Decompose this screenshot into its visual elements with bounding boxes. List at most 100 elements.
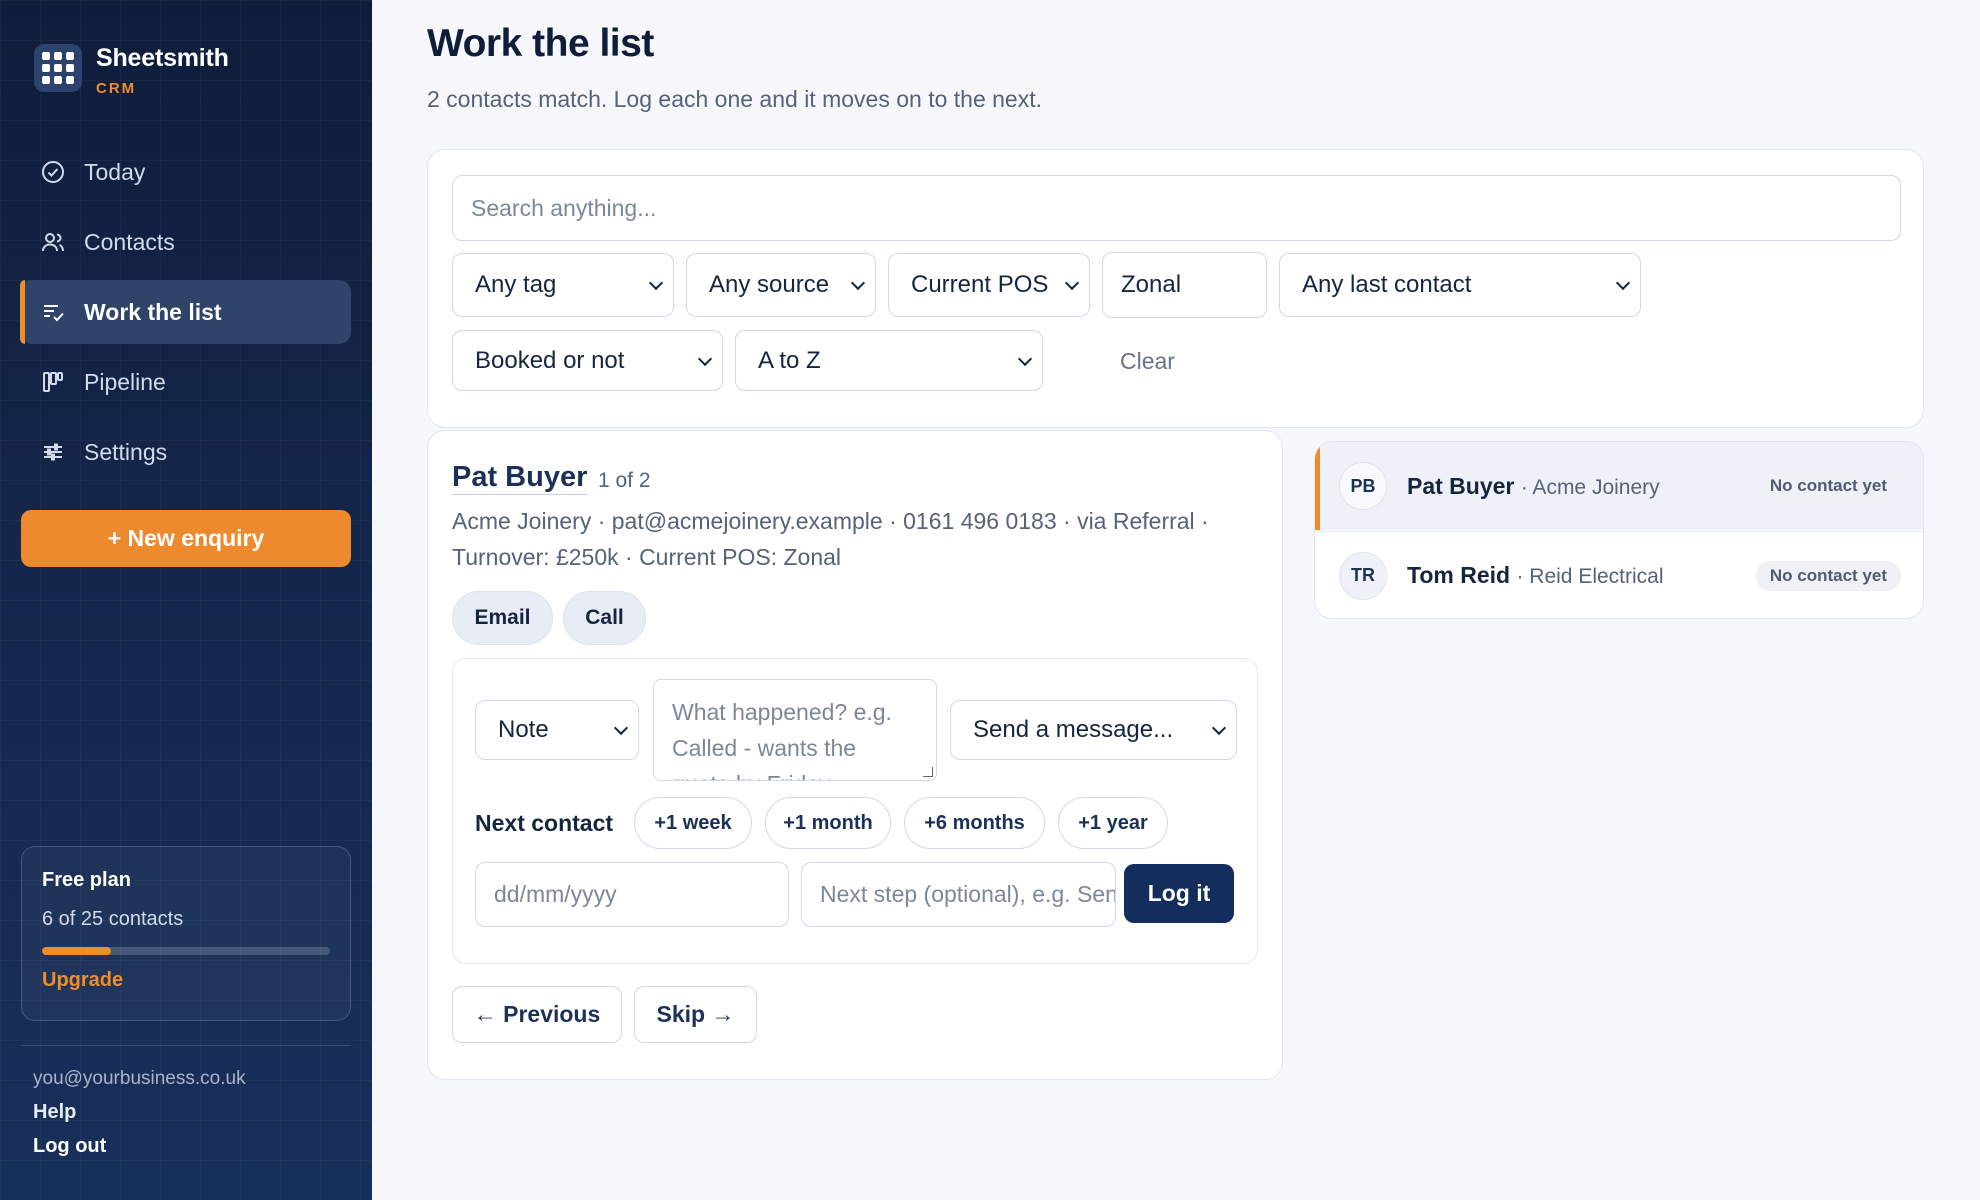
list-check-icon bbox=[40, 299, 66, 325]
sidebar-item-pipeline[interactable]: Pipeline bbox=[20, 350, 351, 414]
sliders-icon bbox=[40, 439, 66, 465]
check-circle-icon bbox=[40, 159, 66, 185]
brand[interactable]: Sheetsmith CRM bbox=[34, 44, 229, 97]
pos-value-input[interactable]: Zonal bbox=[1102, 252, 1267, 318]
filters-card: Any tag Any source Current POS Zonal Any… bbox=[427, 149, 1924, 428]
skip-button[interactable]: Skip → bbox=[634, 986, 757, 1043]
last-contact-select[interactable]: Any last contact bbox=[1279, 253, 1641, 317]
help-link[interactable]: Help bbox=[33, 1101, 246, 1124]
chevron-down-icon bbox=[1615, 275, 1631, 291]
avatar: PB bbox=[1339, 462, 1387, 510]
plan-title: Free plan bbox=[42, 869, 131, 891]
main-content: Work the list 2 contacts match. Log each… bbox=[372, 0, 1980, 1200]
call-button[interactable]: Call bbox=[563, 591, 646, 645]
send-message-value: Send a message... bbox=[973, 716, 1174, 743]
users-icon bbox=[40, 229, 66, 255]
pos-field-select-value: Current POS bbox=[911, 271, 1049, 298]
log-activity-panel: Note What happened? e.g. Called - wants … bbox=[452, 658, 1258, 964]
list-item-name: Tom Reid · Reid Electrical bbox=[1407, 562, 1664, 589]
sidebar-item-label: Today bbox=[84, 158, 146, 185]
activity-notes-textarea[interactable]: What happened? e.g. Called - wants the q… bbox=[653, 679, 937, 781]
sidebar-divider bbox=[21, 1045, 351, 1046]
list-item-company: · Acme Joinery bbox=[1520, 475, 1660, 499]
chevron-down-icon bbox=[1017, 351, 1033, 366]
sidebar-item-settings[interactable]: Settings bbox=[20, 420, 351, 484]
sidebar-nav: Today Contacts Work the list Pipeline Se… bbox=[20, 140, 351, 490]
sidebar-item-contacts[interactable]: Contacts bbox=[20, 210, 351, 274]
contact-detail-card: Pat Buyer 1 of 2 Acme Joinery · pat@acme… bbox=[427, 430, 1283, 1080]
contact-name-link[interactable]: Pat Buyer bbox=[452, 461, 588, 495]
avatar: TR bbox=[1339, 551, 1387, 600]
activity-type-select[interactable]: Note bbox=[475, 700, 639, 760]
sidebar: Sheetsmith CRM Today Contacts Work the l… bbox=[0, 0, 372, 1200]
page-subtitle: 2 contacts match. Log each one and it mo… bbox=[427, 86, 1042, 112]
chip-plus-1-week[interactable]: +1 week bbox=[634, 797, 752, 849]
chevron-down-icon bbox=[697, 351, 713, 366]
brand-name: Sheetsmith bbox=[96, 44, 229, 72]
chip-plus-1-year[interactable]: +1 year bbox=[1058, 797, 1168, 849]
sidebar-item-label: Work the list bbox=[84, 298, 222, 325]
sidebar-item-today[interactable]: Today bbox=[20, 140, 351, 204]
sort-select[interactable]: A to Z bbox=[735, 330, 1043, 391]
resize-handle-icon[interactable] bbox=[923, 767, 933, 777]
chip-plus-1-month[interactable]: +1 month bbox=[765, 797, 891, 849]
list-item-company: · Reid Electrical bbox=[1516, 565, 1664, 588]
booked-select-value: Booked or not bbox=[475, 346, 625, 374]
list-item-name-text: Pat Buyer bbox=[1407, 472, 1515, 499]
next-contact-label: Next contact bbox=[475, 810, 614, 836]
plan-count: 6 of 25 contacts bbox=[42, 908, 184, 930]
source-select[interactable]: Any source bbox=[686, 253, 876, 317]
chevron-down-icon bbox=[1211, 720, 1227, 736]
activity-notes-placeholder: What happened? e.g. Called - wants the q… bbox=[672, 699, 892, 780]
list-item[interactable]: TR Tom Reid · Reid Electrical No contact… bbox=[1315, 531, 1923, 618]
last-contact-select-value: Any last contact bbox=[1302, 271, 1472, 298]
log-it-button[interactable]: Log it bbox=[1124, 864, 1234, 923]
sidebar-item-label: Settings bbox=[84, 438, 168, 465]
previous-button[interactable]: ← Previous bbox=[452, 986, 622, 1043]
tag-select-value: Any tag bbox=[475, 271, 557, 298]
sidebar-item-work-the-list[interactable]: Work the list bbox=[20, 280, 351, 344]
account-email: you@yourbusiness.co.uk bbox=[33, 1068, 246, 1089]
chevron-down-icon bbox=[850, 275, 866, 291]
grid-logo-icon bbox=[34, 44, 82, 92]
contact-position: 1 of 2 bbox=[598, 469, 651, 492]
activity-type-value: Note bbox=[498, 716, 549, 743]
plan-progress-fill bbox=[42, 947, 112, 955]
send-message-select[interactable]: Send a message... bbox=[950, 700, 1237, 760]
search-input[interactable] bbox=[452, 175, 1901, 241]
sidebar-item-label: Pipeline bbox=[84, 368, 166, 395]
plan-progress-bar bbox=[42, 947, 330, 955]
status-badge: No contact yet bbox=[1755, 471, 1901, 501]
next-step-placeholder: Next step (optional), e.g. Send quote bbox=[820, 881, 1115, 907]
sort-select-value: A to Z bbox=[758, 346, 821, 374]
page-title: Work the list bbox=[427, 22, 654, 65]
brand-tag: CRM bbox=[96, 80, 137, 97]
tag-select[interactable]: Any tag bbox=[452, 253, 674, 317]
date-placeholder: dd/mm/yyyy bbox=[494, 881, 617, 907]
chip-plus-6-months[interactable]: +6 months bbox=[904, 797, 1045, 849]
email-button[interactable]: Email bbox=[452, 591, 553, 645]
chevron-down-icon bbox=[648, 275, 664, 291]
kanban-icon bbox=[40, 369, 66, 395]
source-select-value: Any source bbox=[709, 271, 830, 298]
plan-card: Free plan 6 of 25 contacts Upgrade bbox=[21, 846, 351, 1021]
logout-link[interactable]: Log out bbox=[33, 1135, 246, 1158]
contact-queue-list: PB Pat Buyer · Acme Joinery No contact y… bbox=[1314, 441, 1924, 619]
next-contact-date-input[interactable]: dd/mm/yyyy bbox=[475, 862, 789, 927]
pos-field-select[interactable]: Current POS bbox=[888, 253, 1090, 317]
list-item-name-text: Tom Reid bbox=[1407, 562, 1511, 588]
contact-meta: Acme Joinery · pat@acmejoinery.example ·… bbox=[452, 508, 1209, 570]
pos-value-text: Zonal bbox=[1121, 271, 1182, 298]
new-enquiry-button[interactable]: + New enquiry bbox=[21, 510, 351, 567]
sidebar-footer: you@yourbusiness.co.uk Help Log out bbox=[33, 1068, 246, 1158]
chevron-down-icon bbox=[1064, 275, 1080, 291]
status-badge: No contact yet bbox=[1755, 560, 1901, 591]
booked-select[interactable]: Booked or not bbox=[452, 330, 723, 391]
next-step-input[interactable]: Next step (optional), e.g. Send quote bbox=[801, 862, 1116, 927]
list-item[interactable]: PB Pat Buyer · Acme Joinery No contact y… bbox=[1315, 442, 1923, 530]
chevron-down-icon bbox=[613, 720, 629, 736]
list-item-name: Pat Buyer · Acme Joinery bbox=[1407, 473, 1660, 500]
clear-filters-link[interactable]: Clear bbox=[1120, 348, 1175, 375]
upgrade-link[interactable]: Upgrade bbox=[42, 969, 330, 992]
sidebar-item-label: Contacts bbox=[84, 228, 175, 255]
